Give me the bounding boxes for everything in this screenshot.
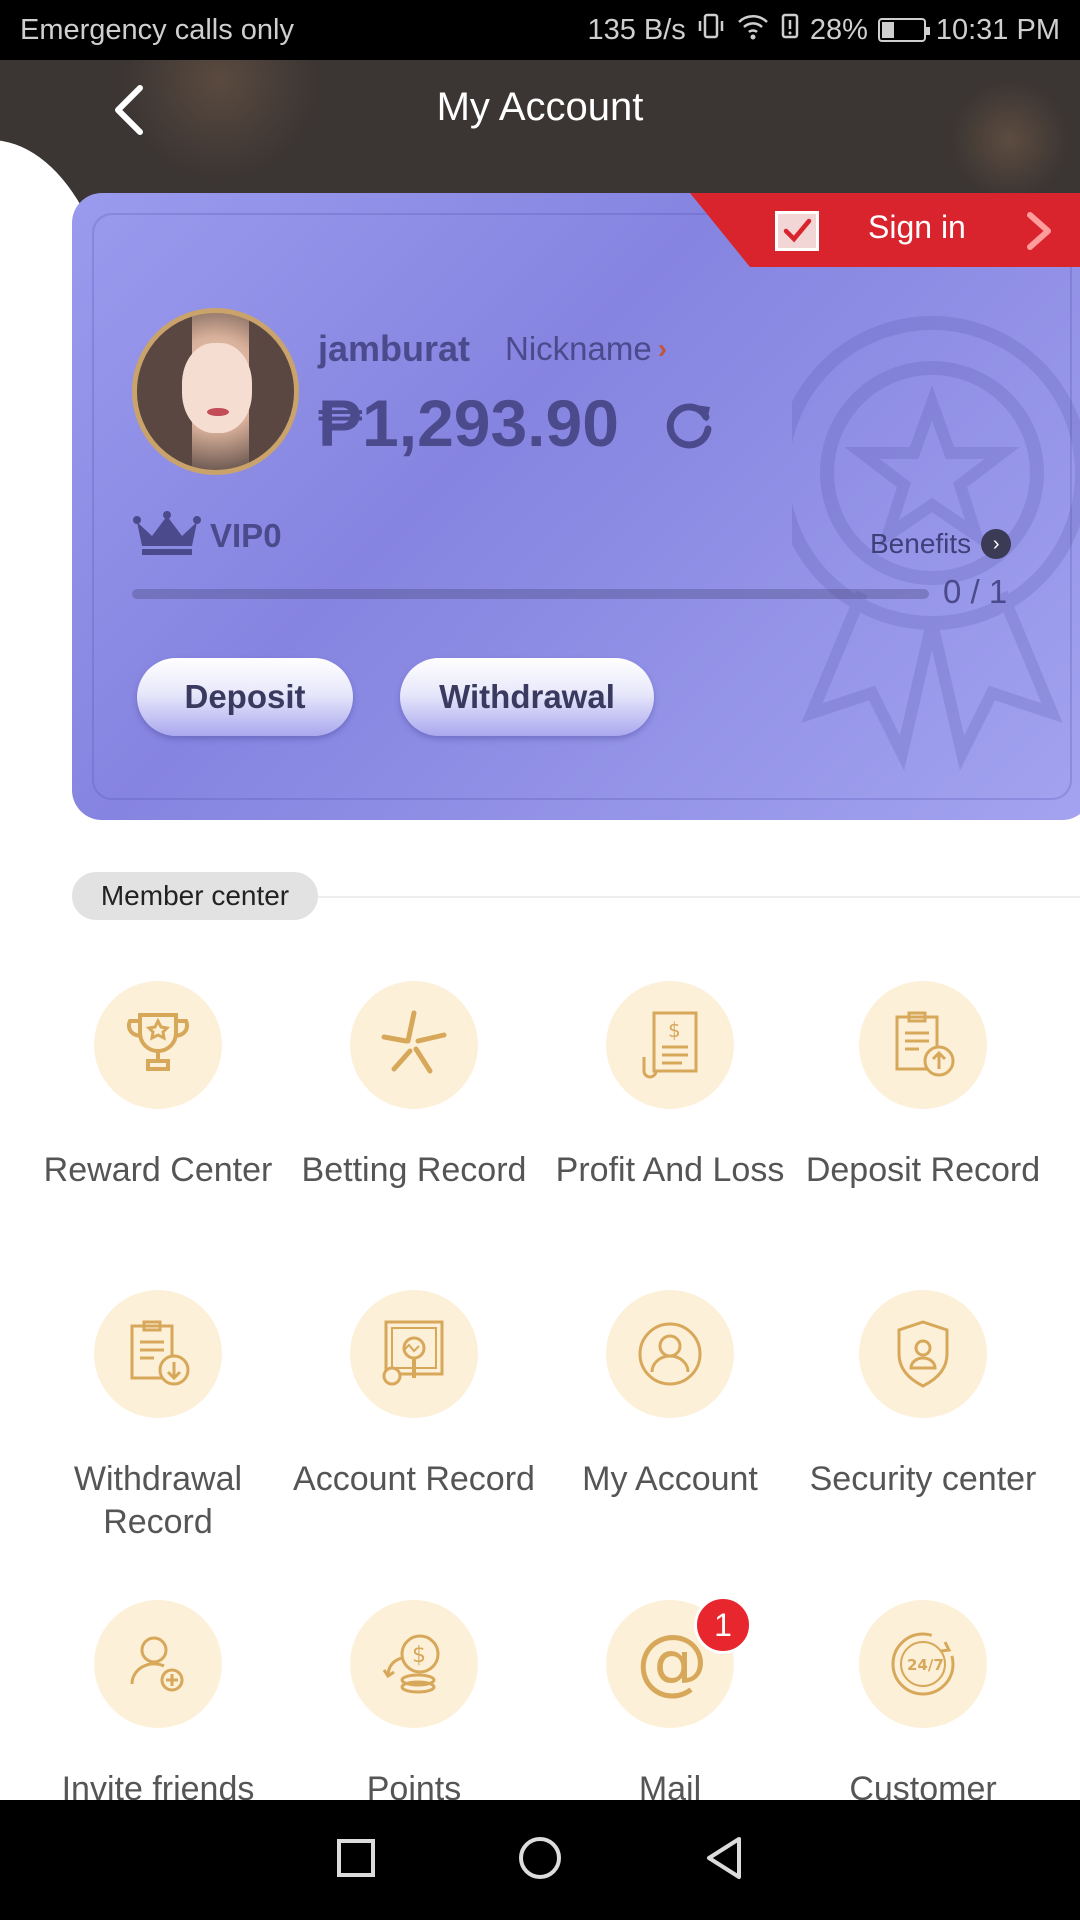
menu-item-label: Account Record [293, 1460, 535, 1498]
vip-progress-bar [132, 589, 929, 599]
refresh-button[interactable] [660, 395, 718, 453]
vip-level: VIP0 [210, 516, 282, 554]
clipboard-upload-icon [859, 981, 987, 1109]
recents-button[interactable] [335, 1837, 377, 1884]
withdrawal-button[interactable]: Withdrawal [400, 658, 654, 736]
support-24-7-icon: 24/7 [859, 1600, 987, 1728]
menu-item-points[interactable]: $ Points [286, 1600, 542, 1811]
page-title: My Account [436, 85, 644, 129]
menu-item-label: Security center [809, 1460, 1037, 1498]
menu-item-account-record[interactable]: Account Record [286, 1290, 542, 1501]
at-mail-icon: @1 [606, 1596, 752, 1728]
notification-badge: 1 [694, 1596, 752, 1654]
receipt-icon: $ [606, 981, 734, 1109]
menu-item-customer[interactable]: 24/7 Customer [795, 1600, 1051, 1811]
title-bar: My Account [0, 60, 1080, 155]
username: jamburat [318, 328, 471, 369]
coins-icon: $ [350, 1600, 478, 1728]
menu-item-label: Betting Record [301, 1151, 527, 1189]
nickname-label: Nickname [505, 330, 652, 367]
clipboard-download-icon [94, 1290, 222, 1418]
chevron-right-icon [1020, 209, 1056, 258]
menu-item-label: Reward Center [43, 1151, 273, 1189]
svg-text:24/7: 24/7 [907, 1656, 944, 1674]
sign-in-label: Sign in [868, 209, 966, 245]
system-nav-bar [0, 1800, 1080, 1920]
battery-icon [877, 18, 930, 42]
shield-user-icon [859, 1290, 987, 1418]
chevron-left-icon [115, 85, 143, 135]
crown-icon [132, 510, 202, 561]
chevron-right-icon: › [657, 333, 668, 364]
section-title: Member center [72, 872, 318, 920]
triangle-back-icon [707, 1836, 741, 1879]
battery-alert-icon [780, 11, 800, 49]
add-user-icon [94, 1600, 222, 1728]
vibrate-icon [696, 11, 726, 49]
menu-item-withdrawal-record[interactable]: Withdrawal Record [30, 1290, 286, 1544]
carrier-text: Emergency calls only [20, 13, 294, 46]
menu-item-label: Profit And Loss [555, 1151, 785, 1189]
nickname-link[interactable]: Nickname › [505, 330, 667, 368]
menu-item-reward-center[interactable]: Reward Center [30, 981, 286, 1192]
trophy-icon [94, 981, 222, 1109]
menu-item-deposit-record[interactable]: Deposit Record [795, 981, 1051, 1192]
menu-item-label: Withdrawal Record [73, 1460, 243, 1541]
sign-in-button[interactable]: Sign in [690, 193, 1080, 267]
menu-item-security-center[interactable]: Security center [795, 1290, 1051, 1501]
balance: ₱1,293.90 [318, 386, 619, 460]
vip-row: VIP0 [132, 510, 282, 561]
menu-item-mail[interactable]: @1 Mail [542, 1596, 798, 1811]
divider [300, 896, 1080, 898]
avatar[interactable] [132, 308, 299, 475]
menu-item-label: Deposit Record [805, 1151, 1041, 1189]
network-speed: 135 B/s [587, 13, 686, 46]
menu-item-invite-friends[interactable]: Invite friends [30, 1600, 286, 1811]
battery-percent: 28% [809, 13, 868, 46]
menu-item-profit-and-loss[interactable]: $ Profit And Loss [542, 981, 798, 1192]
chevron-right-icon: › [981, 529, 1012, 559]
user-icon [606, 1290, 734, 1418]
square-icon [337, 1838, 375, 1877]
deposit-button[interactable]: Deposit [137, 658, 353, 736]
menu-item-label: My Account [582, 1460, 758, 1498]
svg-text:$: $ [412, 1643, 426, 1668]
menu-item-betting-record[interactable]: Betting Record [286, 981, 542, 1192]
benefits-link[interactable]: Benefits › [870, 528, 1012, 560]
benefits-label: Benefits [870, 528, 972, 559]
circle-icon [519, 1836, 561, 1879]
back-button[interactable] [100, 80, 160, 140]
status-bar: Emergency calls only 135 B/s 28% 10:31 P… [0, 0, 1080, 60]
star-burst-icon [350, 981, 478, 1109]
calendar-check-icon [775, 211, 819, 251]
clock: 10:31 PM [935, 13, 1060, 46]
wifi-icon [736, 11, 770, 49]
refresh-icon [666, 403, 712, 449]
back-nav-button[interactable] [703, 1835, 745, 1886]
home-button[interactable] [517, 1835, 563, 1886]
menu-item-my-account[interactable]: My Account [542, 1290, 798, 1501]
vip-progress-count: 0 / 1 [943, 573, 1008, 610]
svg-text:$: $ [668, 1018, 681, 1042]
chart-search-icon [350, 1290, 478, 1418]
